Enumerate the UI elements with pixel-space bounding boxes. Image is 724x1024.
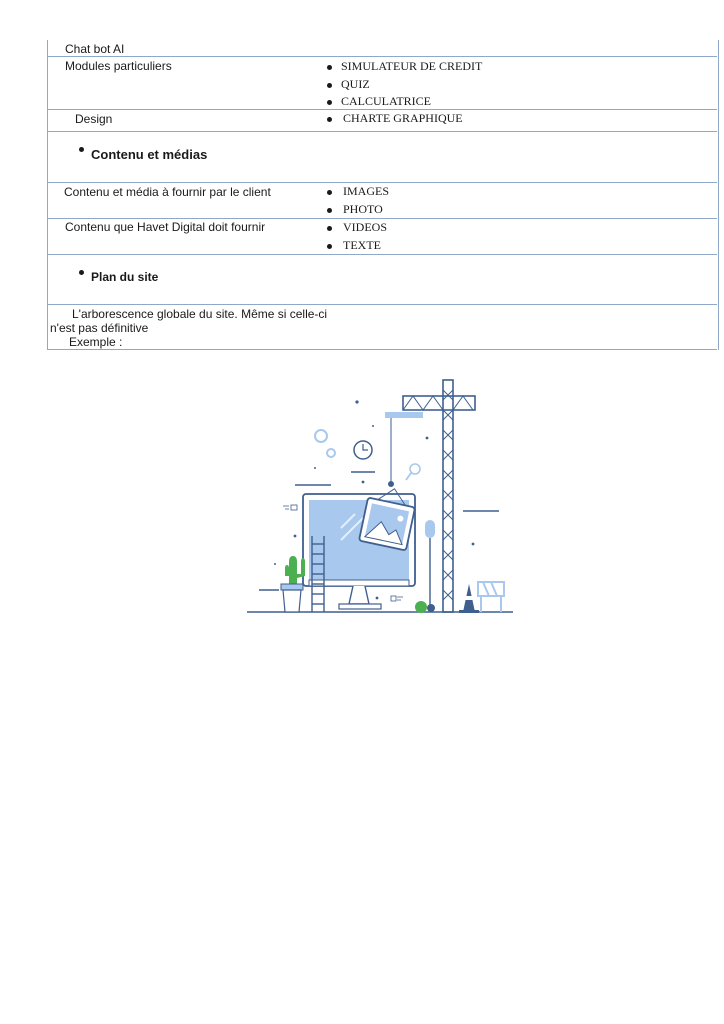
example-label: Exemple : bbox=[69, 335, 123, 349]
list-item: CHARTE GRAPHIQUE bbox=[327, 110, 463, 128]
item-list: IMAGES PHOTO bbox=[327, 183, 389, 218]
row-label: Chat bot AI bbox=[65, 42, 125, 56]
list-item: CALCULATRICE bbox=[327, 93, 482, 111]
table-row: Modules particuliers SIMULATEUR DE CREDI… bbox=[47, 57, 717, 110]
item-list: VIDEOS TEXTE bbox=[327, 219, 387, 254]
row-label: Contenu et média à fournir par le client bbox=[64, 185, 271, 199]
list-item: QUIZ bbox=[327, 76, 482, 94]
table-row: Contenu et média à fournir par le client… bbox=[47, 183, 717, 219]
table-row: Design CHARTE GRAPHIQUE bbox=[47, 110, 717, 132]
row-label: Modules particuliers bbox=[65, 59, 172, 73]
table-row: Chat bot AI bbox=[47, 40, 717, 57]
list-item: IMAGES bbox=[327, 183, 389, 201]
table-row: Contenu et médias bbox=[47, 132, 717, 183]
list-item: SIMULATEUR DE CREDIT bbox=[327, 58, 482, 76]
row-label: L'arborescence globale du site. Même si … bbox=[50, 307, 328, 335]
table-row: L'arborescence globale du site. Même si … bbox=[47, 305, 717, 350]
table-row: Plan du site bbox=[47, 255, 717, 305]
list-item: VIDEOS bbox=[327, 219, 387, 237]
item-list: SIMULATEUR DE CREDIT QUIZ CALCULATRICE bbox=[327, 58, 482, 111]
section-heading: Plan du site bbox=[78, 270, 159, 284]
row-label: Contenu que Havet Digital doit fournir bbox=[65, 220, 266, 234]
website-under-construction-illustration bbox=[247, 379, 513, 613]
list-item: PHOTO bbox=[327, 201, 389, 219]
section-heading: Contenu et médias bbox=[78, 147, 208, 162]
item-list: CHARTE GRAPHIQUE bbox=[327, 110, 463, 128]
table-row: Contenu que Havet Digital doit fournir V… bbox=[47, 219, 717, 255]
row-label: Design bbox=[75, 112, 113, 126]
list-item: TEXTE bbox=[327, 237, 387, 255]
